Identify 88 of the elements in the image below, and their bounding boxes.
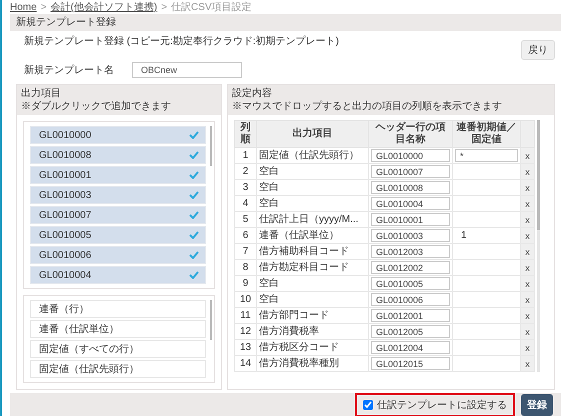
template-source-text: 新規テンプレート登録 (コピー元:勘定奉行クラウド:初期テンプレート)	[24, 34, 339, 48]
table-cell: 1	[461, 230, 467, 240]
panel-title: 設定内容	[232, 87, 272, 100]
table-cell: 1	[234, 148, 256, 164]
breadcrumb-link[interactable]: 会計(他会計ソフト連携)	[50, 0, 158, 14]
panel-hint: ※ダブルクリックで追加できます	[21, 100, 171, 113]
output-item[interactable]: GL0010006	[30, 246, 206, 264]
scrollbar-thumb[interactable]	[537, 120, 540, 230]
column-header: ヘッダー行の項目名称	[368, 120, 452, 148]
table-cell: 借方消費税率種別	[256, 356, 368, 372]
check-icon	[189, 171, 199, 179]
table-cell: 空白	[256, 196, 368, 212]
table-cell: 4	[234, 196, 256, 212]
header-name-field[interactable]: GL0010005	[371, 277, 450, 290]
table-cell: 借方補助科目コード	[256, 244, 368, 260]
column-header: 列順	[234, 120, 256, 148]
check-icon	[189, 131, 199, 139]
table-cell: 借方部門コード	[256, 308, 368, 324]
check-icon	[189, 251, 199, 259]
table-cell: 空白	[256, 180, 368, 196]
table-cell: 借方税区分コード	[256, 340, 368, 356]
output-item[interactable]: 固定値（仕訳先頭行）	[30, 360, 206, 378]
output-item[interactable]: GL0010008	[30, 146, 206, 164]
column-header: 連番初期値／固定値	[452, 120, 520, 148]
output-item[interactable]: GL0010007	[30, 206, 206, 224]
header-name-field[interactable]: GL0010006	[371, 293, 450, 306]
header-name-field[interactable]: GL0012002	[371, 261, 450, 274]
header-name-field[interactable]: GL0010004	[371, 197, 450, 210]
header-name-field[interactable]: GL0010003	[371, 229, 450, 242]
table-cell: 11	[234, 308, 256, 324]
back-button[interactable]: 戻り	[521, 40, 555, 60]
output-item[interactable]: GL0010003	[30, 186, 206, 204]
header-name-field[interactable]: GL0010007	[371, 165, 450, 178]
section-title: 新規テンプレート登録	[10, 14, 561, 31]
table-cell: 8	[234, 260, 256, 276]
output-item[interactable]: 連番（仕訳単位）	[30, 320, 206, 338]
table-cell: 空白	[256, 292, 368, 308]
output-item[interactable]: 連番（行）	[30, 300, 206, 318]
header-name-field[interactable]: GL0012004	[371, 341, 450, 354]
scrollbar-thumb[interactable]	[210, 300, 212, 340]
field-label: 新規テンプレート名	[24, 64, 115, 77]
table-cell: 10	[234, 292, 256, 308]
check-icon	[189, 191, 199, 199]
panel-hint: ※マウスでドロップすると出力の項目の列順を表示できます	[232, 100, 502, 113]
scrollbar-thumb[interactable]	[210, 126, 212, 166]
check-icon	[189, 151, 199, 159]
table-cell: 空白	[256, 164, 368, 180]
check-icon	[189, 211, 199, 219]
table-cell: 5	[234, 212, 256, 228]
template-name-field[interactable]: OBCnew	[132, 62, 242, 78]
breadcrumb-current: 仕訳CSV項目設定	[171, 0, 252, 14]
output-item[interactable]: 固定値（すべての行）	[30, 340, 206, 358]
header-name-field[interactable]: GL0010008	[371, 181, 450, 194]
table-cell: 3	[234, 180, 256, 196]
checkbox-label: 仕訳テンプレートに設定する	[377, 398, 507, 412]
check-icon	[189, 271, 199, 279]
column-header: 出力項目	[256, 120, 368, 148]
table-cell: 連番（仕訳単位）	[256, 228, 368, 244]
output-item[interactable]: GL0010005	[30, 226, 206, 244]
header-name-field[interactable]: GL0010000	[371, 149, 450, 162]
check-icon	[189, 231, 199, 239]
initial-value-field[interactable]: *	[455, 149, 518, 162]
output-item[interactable]: GL0010000	[30, 126, 206, 144]
breadcrumb-separator: >	[161, 2, 168, 12]
header-name-field[interactable]: GL0012003	[371, 245, 450, 258]
header-name-field[interactable]: GL0012001	[371, 309, 450, 322]
breadcrumb-link[interactable]: Home	[10, 2, 37, 12]
panel-title: 出力項目	[21, 87, 61, 100]
table-cell: 14	[234, 356, 256, 372]
breadcrumb-separator: >	[40, 2, 47, 12]
table-cell: 12	[234, 324, 256, 340]
table-cell: 7	[234, 244, 256, 260]
table-cell: 借方消費税率	[256, 324, 368, 340]
header-name-field[interactable]: GL0012005	[371, 325, 450, 338]
table-cell: 仕訳計上日（yyyy/M...	[256, 212, 368, 228]
register-button[interactable]: 登録	[521, 394, 553, 416]
output-item[interactable]: GL0010004	[30, 266, 206, 284]
header-name-field[interactable]: GL0010001	[371, 213, 450, 226]
table-cell: 13	[234, 340, 256, 356]
table-cell: 固定値（仕訳先頭行）	[256, 148, 368, 164]
table-cell: 借方勘定科目コード	[256, 260, 368, 276]
header-name-field[interactable]: GL0012015	[371, 357, 450, 370]
table-cell: 6	[234, 228, 256, 244]
template-checkbox[interactable]	[363, 400, 373, 410]
table-cell: 2	[234, 164, 256, 180]
table-cell: 9	[234, 276, 256, 292]
output-item[interactable]: GL0010001	[30, 166, 206, 184]
table-cell: 空白	[256, 276, 368, 292]
